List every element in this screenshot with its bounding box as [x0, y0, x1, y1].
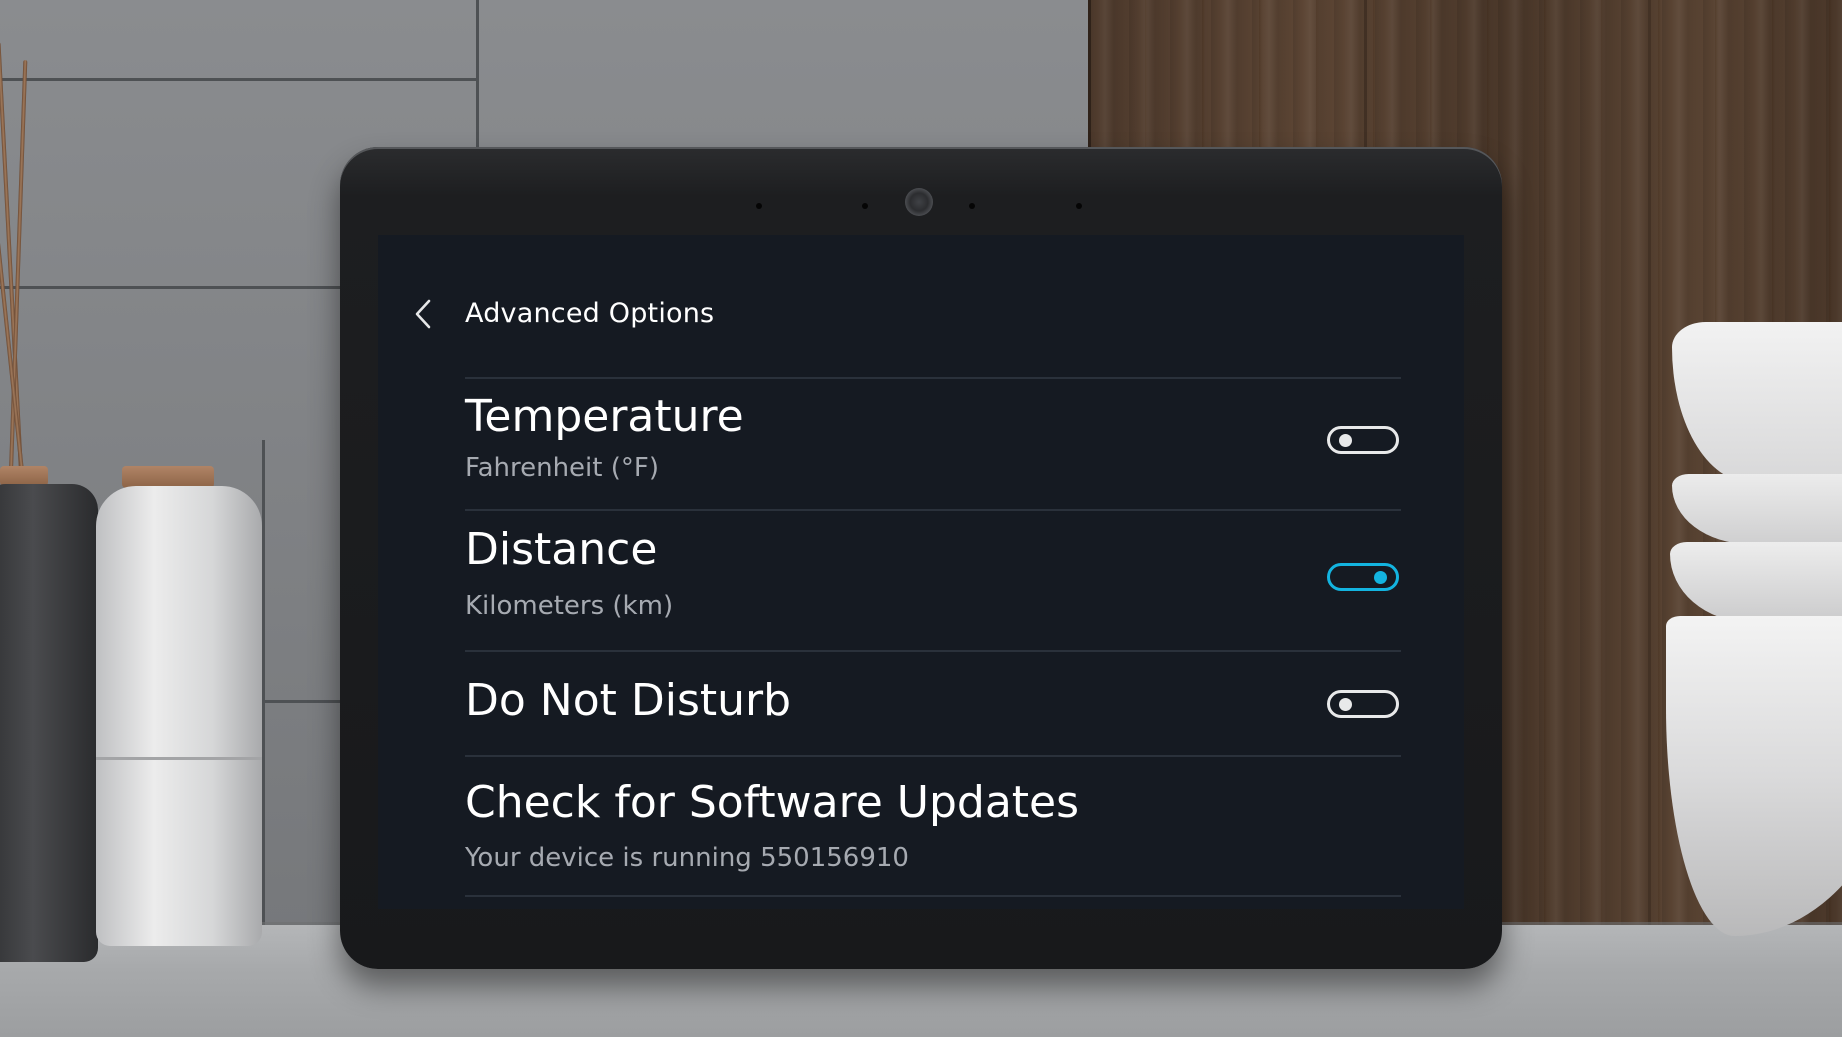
- setting-title: Do Not Disturb: [465, 675, 792, 726]
- echo-show-device: Advanced Options Temperature Fahrenheit …: [340, 147, 1502, 969]
- setting-title: Distance: [465, 524, 658, 575]
- setting-temperature[interactable]: Temperature Fahrenheit (°F): [465, 379, 1401, 509]
- setting-subtitle: Kilometers (km): [465, 591, 674, 621]
- back-button[interactable]: [408, 297, 438, 335]
- temperature-toggle[interactable]: [1327, 426, 1399, 454]
- toggle-knob: [1339, 698, 1352, 711]
- device-screen: Advanced Options Temperature Fahrenheit …: [378, 235, 1464, 909]
- white-grinder: [96, 486, 262, 946]
- do-not-disturb-toggle[interactable]: [1327, 690, 1399, 718]
- toggle-knob: [1339, 434, 1352, 447]
- page-title: Advanced Options: [465, 298, 715, 329]
- setting-title: Temperature: [465, 391, 744, 442]
- setting-subtitle: Fahrenheit (°F): [465, 453, 659, 483]
- background-scene: Advanced Options Temperature Fahrenheit …: [0, 0, 1842, 1037]
- setting-do-not-disturb[interactable]: Do Not Disturb: [465, 652, 1401, 755]
- setting-subtitle: Your device is running 550156910: [465, 843, 909, 873]
- screen-header: Advanced Options: [378, 235, 1464, 377]
- distance-toggle[interactable]: [1327, 563, 1399, 591]
- setting-distance[interactable]: Distance Kilometers (km): [465, 511, 1401, 650]
- chevron-left-icon: [414, 299, 432, 333]
- setting-software-updates[interactable]: Check for Software Updates Your device i…: [465, 757, 1401, 895]
- toggle-knob: [1374, 571, 1387, 584]
- dark-grinder: [0, 484, 98, 962]
- camera-lens: [905, 188, 933, 216]
- setting-title: Check for Software Updates: [465, 777, 1080, 828]
